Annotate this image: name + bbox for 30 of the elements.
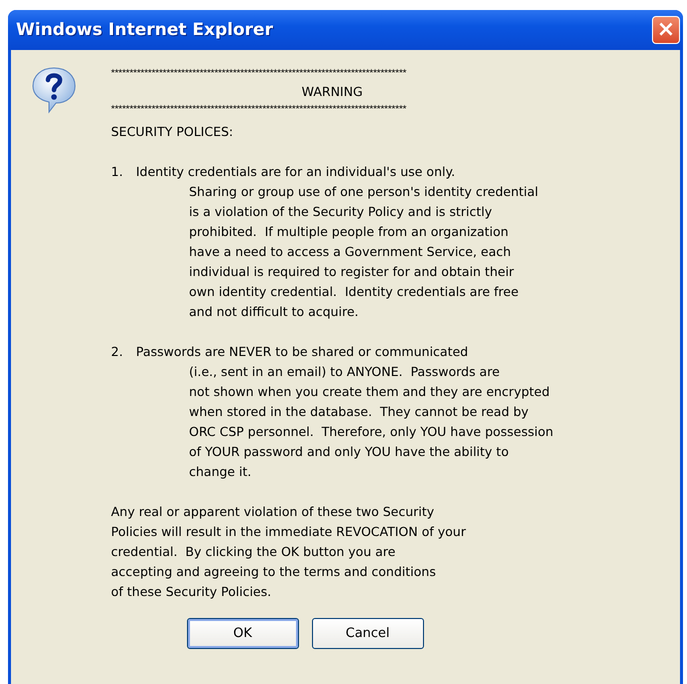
asterisk-rule: ********************************************************************************: [111, 67, 408, 81]
message-line: change it.: [189, 463, 252, 481]
cancel-button[interactable]: Cancel: [312, 618, 424, 649]
message-line: credential. By clicking the OK button you are: [111, 543, 396, 561]
message-line: and not difficult to acquire.: [189, 303, 358, 321]
message-line: Passwords are NEVER to be shared or communicated: [136, 343, 468, 361]
message-line: own identity credential. Identity credentials are free: [189, 283, 519, 301]
message-line: accepting and agreeing to the terms and conditions: [111, 563, 436, 581]
message-line: not shown when you create them and they are encrypted: [189, 383, 550, 401]
message-line: is a violation of the Security Policy and is strictly: [189, 203, 492, 221]
warning-heading: WARNING: [302, 83, 363, 101]
message-line: prohibited. If multiple people from an organization: [189, 223, 508, 241]
message-line: Identity credentials are for an individual's use only.: [136, 163, 456, 181]
message-line: have a need to access a Government Service, each: [189, 243, 511, 261]
message-line: (i.e., sent in an email) to ANYONE. Passwords are: [189, 363, 500, 381]
message-line: individual is required to register for and obtain their: [189, 263, 514, 281]
question-icon: [31, 66, 77, 114]
message-line: SECURITY POLICES:: [111, 123, 234, 141]
asterisk-rule: ********************************************************************************: [111, 103, 408, 117]
message-line: when stored in the database. They cannot be read by: [189, 403, 529, 421]
message-line: Any real or apparent violation of these two Security: [111, 503, 434, 521]
list-number: 1.: [111, 163, 124, 181]
list-number: 2.: [111, 343, 124, 361]
message-line: of these Security Policies.: [111, 583, 272, 601]
ok-button[interactable]: OK: [186, 618, 299, 649]
window-title: Windows Internet Explorer: [16, 20, 273, 40]
message-line: Policies will result in the immediate REVOCATION of your: [111, 523, 466, 541]
message-line: of YOUR password and only YOU have the ability to: [189, 443, 509, 461]
message-line: Sharing or group use of one person's identity credential: [189, 183, 538, 201]
message-line: ORC CSP personnel. Therefore, only YOU have possession: [189, 423, 554, 441]
